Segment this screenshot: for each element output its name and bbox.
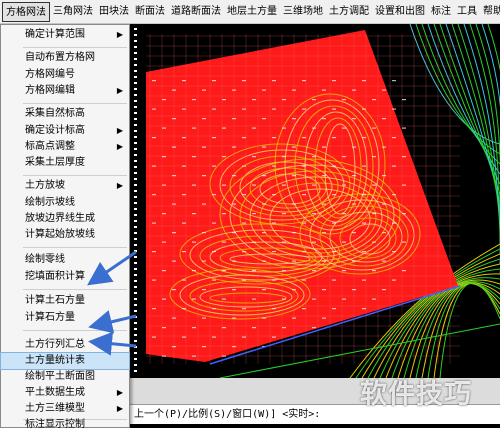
arrow-to-volume-stats-icon (88, 331, 137, 356)
arrow-to-calc-volume-icon (87, 250, 137, 286)
arrow-to-row-col-summary-icon (88, 310, 137, 334)
watermark-text: 软件技巧 (360, 379, 472, 410)
annotation-arrows (87, 250, 137, 356)
